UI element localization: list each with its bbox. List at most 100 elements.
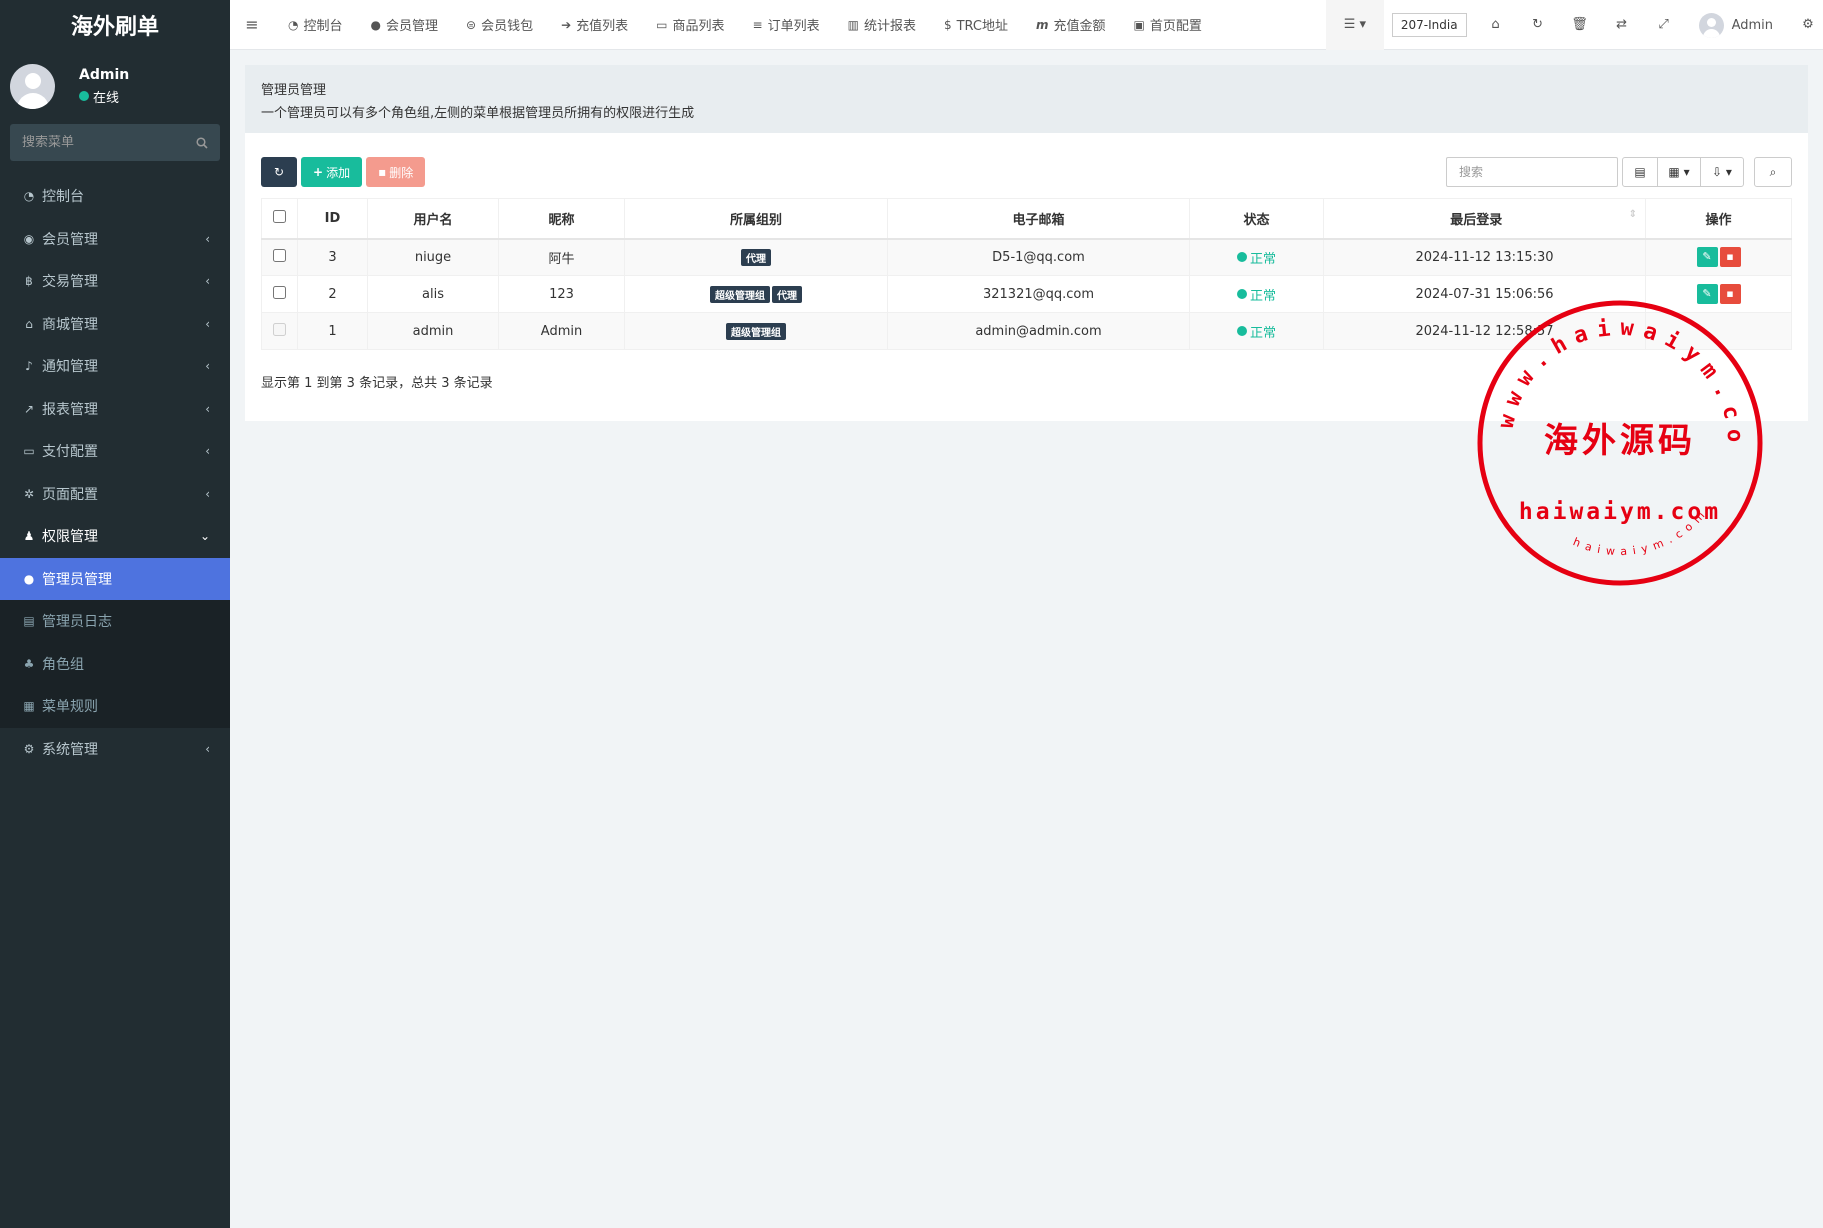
chevron-left-icon: ‹ <box>205 401 210 416</box>
col-header[interactable]: 所属组别 <box>624 198 888 240</box>
sidebar-item-label: 会员管理 <box>42 231 98 248</box>
sidebar-toggle-icon[interactable]: ≡ <box>230 15 274 34</box>
brand-logo[interactable]: 海外刷单 <box>0 0 230 50</box>
sidebar-item-menu-rule[interactable]: ▦ 菜单规则 <box>0 685 230 728</box>
delete-row-button[interactable]: ▪ <box>1719 247 1741 268</box>
chevron-down-icon: ⌄ <box>199 529 210 544</box>
nav-order-list[interactable]: ≡ 订单列表 <box>739 0 834 50</box>
add-button-label: 添加 <box>326 165 351 180</box>
top-navbar: ≡ ◔ 控制台 ● 会员管理 ⊜ 会员钱包 ➔ 充值列表 ▭ 商品列表 ≡ 订单列表 ▥ 统计… <box>230 0 1823 50</box>
sidebar-item-admin-manage[interactable]: ● 管理员管理 <box>0 557 230 600</box>
home-icon[interactable]: ⌂ <box>1475 0 1517 50</box>
status-badge: 正常 <box>1236 248 1276 267</box>
table-search-input[interactable] <box>1446 157 1618 187</box>
refresh-icon[interactable]: ↻ <box>1517 0 1559 50</box>
grid-icon: ▦ <box>1668 165 1680 179</box>
nav-dashboard[interactable]: ◔ 控制台 <box>274 0 357 50</box>
sidebar-item-mall[interactable]: ⌂ 商城管理 ‹ <box>0 303 230 346</box>
col-header[interactable]: ID <box>297 198 368 240</box>
col-header[interactable]: 状态 <box>1189 198 1324 240</box>
edit-button[interactable]: ✎ <box>1696 247 1718 268</box>
edit-button[interactable]: ✎ <box>1696 284 1718 304</box>
language-icon[interactable]: ⇄ <box>1601 0 1643 50</box>
dashboard-icon: ◔ <box>23 189 35 204</box>
gears-icon[interactable]: ⚙ <box>1793 0 1823 50</box>
bars-icon: ☰ <box>1343 17 1356 32</box>
sidebar-item-trade[interactable]: ฿ 交易管理 ‹ <box>0 260 230 303</box>
col-header[interactable]: 用户名 <box>367 198 499 240</box>
sidebar-item-label: 商城管理 <box>42 316 98 333</box>
user-panel: Admin 在线 <box>0 50 230 122</box>
nav-product-list[interactable]: ▭ 商品列表 <box>642 0 738 50</box>
menu-search-input[interactable] <box>22 135 196 150</box>
row-select-cell <box>261 275 298 313</box>
advanced-search-button[interactable]: ⌕ <box>1754 157 1792 187</box>
col-header[interactable]: 电子邮箱 <box>887 198 1190 240</box>
delete-row-button[interactable]: ▪ <box>1719 284 1741 304</box>
nav-wallet[interactable]: ⊜ 会员钱包 <box>452 0 547 50</box>
plus-icon: + <box>313 165 324 179</box>
sidebar-item-notify[interactable]: ♪ 通知管理 ‹ <box>0 345 230 388</box>
bitcoin-icon: ฿ <box>25 274 33 289</box>
desktop-icon: ▭ <box>656 17 668 32</box>
search-icon: ⌕ <box>1769 164 1777 179</box>
sidebar-item-label: 通知管理 <box>42 359 98 376</box>
list-icon: ≡ <box>752 17 763 32</box>
bar-chart-icon: ▥ <box>847 17 859 32</box>
select-all-checkbox[interactable] <box>273 209 286 223</box>
columns-button[interactable]: ▦ ▾ <box>1657 157 1701 187</box>
sidebar-item-payment[interactable]: ▭ 支付配置 ‹ <box>0 430 230 473</box>
search-icon[interactable] <box>196 136 208 149</box>
col-header[interactable]: 昵称 <box>498 198 625 240</box>
credit-card-icon: ▭ <box>23 444 35 459</box>
sidebar-item-report[interactable]: ↗ 报表管理 ‹ <box>0 388 230 431</box>
sidebar-item-label: 管理员管理 <box>42 571 112 588</box>
trash-icon[interactable]: 🗑 <box>1559 0 1601 50</box>
table-row: 1 admin Admin 超级管理组 admin@admin.com 正常 2… <box>261 312 1792 350</box>
sidebar-item-role-group[interactable]: ♣ 角色组 <box>0 643 230 686</box>
row-checkbox <box>273 322 286 336</box>
sidebar-item-page-config[interactable]: ✲ 页面配置 ‹ <box>0 473 230 516</box>
site-menu-dropdown[interactable]: ☰ ▾ <box>1325 0 1384 50</box>
sidebar-item-members[interactable]: ◉ 会员管理 ‹ <box>0 218 230 261</box>
nav-recharge-amount[interactable]: m 充值金额 <box>1022 0 1120 50</box>
export-button[interactable]: ⇩ ▾ <box>1700 157 1744 187</box>
cell-email: 321321@qq.com <box>887 275 1190 313</box>
sidebar-item-permission[interactable]: ♟ 权限管理 ⌄ <box>0 515 230 558</box>
admin-avatar[interactable] <box>1698 12 1724 38</box>
trash-icon: ▪ <box>1726 287 1734 300</box>
toggle-view-button[interactable]: ▤ <box>1622 157 1658 187</box>
sidebar-item-dashboard[interactable]: ◔ 控制台 <box>0 175 230 218</box>
fullscreen-icon[interactable]: ⤢ <box>1643 0 1685 50</box>
avatar <box>10 63 55 109</box>
group-badge: 超级管理组 <box>710 285 770 303</box>
nav-recharge-list[interactable]: ➔ 充值列表 <box>547 0 642 50</box>
nav-members[interactable]: ● 会员管理 <box>357 0 453 50</box>
sidebar-item-admin-log[interactable]: ▤ 管理员日志 <box>0 600 230 643</box>
sign-in-icon: ➔ <box>561 17 572 32</box>
table-header-row: ID 用户名 昵称 所属组别 电子邮箱 状态 最后登录 ⇕ 操作 <box>261 198 1792 240</box>
nav-trc-address[interactable]: $ TRC地址 <box>930 0 1022 50</box>
group-badge: 超级管理组 <box>726 322 786 340</box>
col-header-last-login[interactable]: 最后登录 ⇕ <box>1323 198 1646 240</box>
status-dot-icon <box>1236 326 1247 336</box>
user-icon: ● <box>23 571 35 586</box>
row-checkbox[interactable] <box>273 285 286 299</box>
cell-status: 正常 <box>1189 312 1324 350</box>
delete-button[interactable]: ▪ 删除 <box>366 157 426 187</box>
sidebar-item-label: 角色组 <box>42 656 84 673</box>
sidebar-item-system[interactable]: ⚙ 系统管理 ‹ <box>0 728 230 771</box>
chevron-left-icon: ‹ <box>205 444 210 459</box>
admin-name[interactable]: Admin <box>1732 18 1773 33</box>
nav-home-config[interactable]: ▣ 首页配置 <box>1120 0 1216 50</box>
row-checkbox[interactable] <box>273 248 286 262</box>
refresh-button[interactable]: ↻ <box>261 157 297 187</box>
list-icon: ▤ <box>23 614 35 629</box>
site-selector[interactable]: 207-India <box>1391 13 1467 37</box>
sidebar-item-label: 页面配置 <box>42 486 98 503</box>
cell-nickname: 123 <box>498 275 625 313</box>
cell-id: 2 <box>297 275 368 313</box>
add-button[interactable]: + 添加 <box>301 157 363 187</box>
nav-stats[interactable]: ▥ 统计报表 <box>834 0 930 50</box>
refresh-icon: ↻ <box>273 165 285 179</box>
